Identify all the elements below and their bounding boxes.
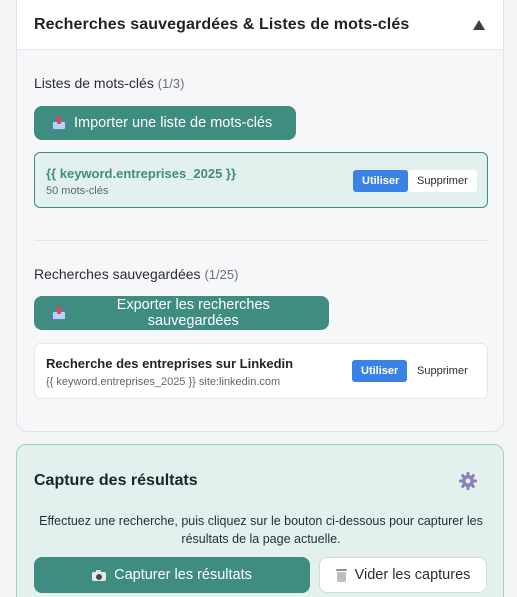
capture-description: Effectuez une recherche, puis cliquez su…	[39, 514, 483, 546]
import-button-label: Importer une liste de mots-clés	[74, 115, 273, 131]
capture-title: Capture des résultats	[34, 472, 198, 489]
keyword-list-count: 50 mots-clés	[46, 185, 109, 197]
capture-panel: Capture des résultats Effectuez une rech…	[16, 444, 504, 597]
saved-search-name: Recherche des entreprises sur Linkedin	[46, 356, 294, 371]
import-keyword-list-button[interactable]: Importer une liste de mots-clés	[34, 106, 296, 140]
capture-results-button[interactable]: Capturer les résultats	[34, 557, 310, 593]
saved-search-item: Recherche des entreprises sur Linkedin {…	[34, 343, 488, 399]
keyword-lists-label: Listes de mots-clés (1/3)	[34, 75, 184, 91]
clear-captures-button[interactable]: Vider les captures	[319, 557, 487, 593]
delete-keyword-list-button[interactable]: Supprimer	[408, 170, 477, 192]
saved-searches-panel: Recherches sauvegardées & Listes de mots…	[16, 0, 504, 432]
saved-search-query: {{ keyword.entreprises_2025 }} site:link…	[46, 376, 281, 388]
wastebasket-icon	[335, 568, 347, 582]
keyword-lists-count: (1/3)	[157, 76, 185, 91]
saved-searches-count: (1/25)	[204, 267, 239, 282]
delete-saved-search-button[interactable]: Supprimer	[408, 360, 477, 382]
keyword-list-item: {{ keyword.entreprises_2025 }} 50 mots-c…	[34, 152, 488, 208]
keyword-lists-title: Listes de mots-clés	[34, 75, 154, 91]
section-divider	[34, 240, 488, 241]
export-button-label: Exporter les recherches sauvegardées	[116, 297, 270, 329]
inbox-tray-icon	[52, 116, 66, 130]
use-keyword-list-button[interactable]: Utiliser	[353, 170, 409, 192]
clear-button-label: Vider les captures	[354, 567, 471, 583]
outbox-tray-icon	[52, 306, 66, 320]
use-saved-search-button[interactable]: Utiliser	[352, 360, 408, 382]
saved-searches-label: Recherches sauvegardées (1/25)	[34, 266, 238, 282]
saved-searches-title: Recherches sauvegardées	[34, 266, 201, 282]
export-saved-searches-button[interactable]: Exporter les recherches sauvegardées	[34, 296, 329, 330]
gear-icon[interactable]	[458, 471, 478, 491]
collapse-triangle-icon[interactable]	[473, 19, 485, 30]
panel-header[interactable]: Recherches sauvegardées & Listes de mots…	[17, 0, 503, 50]
panel-title: Recherches sauvegardées & Listes de mots…	[34, 15, 410, 33]
camera-icon	[92, 569, 107, 581]
keyword-list-name: {{ keyword.entreprises_2025 }}	[46, 166, 237, 181]
capture-button-label: Capturer les résultats	[114, 567, 252, 583]
